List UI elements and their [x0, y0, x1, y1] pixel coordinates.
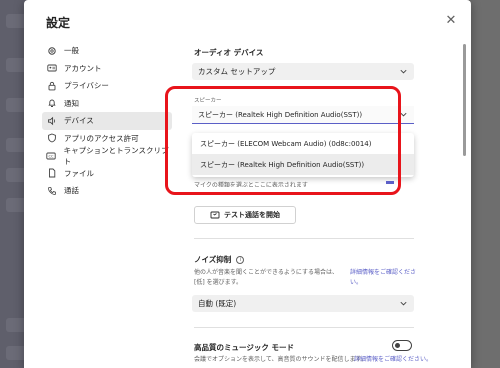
- noise-suppression-select[interactable]: 自動 (既定): [192, 295, 414, 312]
- dialog-title: 設定: [46, 16, 71, 30]
- nav-label: 一般: [64, 46, 79, 56]
- settings-nav: 一般 アカウント プライバシー 通知 デバイス アプリのアクセス許可 CC キャ…: [42, 42, 172, 200]
- divider: [194, 327, 414, 328]
- chevron-down-icon: [400, 69, 407, 74]
- music-mode-description: 会議でオプションを表示して、高音質のサウンドを配信します。: [194, 356, 367, 363]
- nav-item-general[interactable]: 一般: [42, 42, 172, 60]
- noise-description: 他の人が音楽を聞くことができるようにする場合は、[低] を選びます。: [194, 269, 338, 286]
- nav-label: 通知: [64, 98, 79, 108]
- test-call-label: テスト通話を開始: [224, 211, 280, 219]
- nav-item-files[interactable]: ファイル: [42, 165, 172, 183]
- test-call-icon: [210, 211, 220, 219]
- music-mode-title: 高品質のミュージック モード: [194, 343, 294, 352]
- nav-label: デバイス: [64, 116, 94, 126]
- lock-icon: [46, 80, 57, 91]
- id-card-icon: [46, 63, 57, 74]
- test-call-button[interactable]: テスト通話を開始: [194, 206, 296, 224]
- noise-suppression-title: ノイズ抑制 i: [194, 254, 245, 265]
- red-highlight-annotation: [165, 86, 401, 195]
- gear-icon: [46, 45, 57, 56]
- divider: [194, 238, 414, 239]
- close-icon[interactable]: ✕: [443, 13, 459, 29]
- noise-learn-more-link[interactable]: 詳細情報をご確認ください。: [350, 268, 416, 288]
- noise-title-text: ノイズ抑制: [194, 255, 232, 264]
- nav-item-calls[interactable]: 通話: [42, 182, 172, 200]
- nav-label: アカウント: [64, 63, 102, 73]
- nav-item-captions[interactable]: CC キャプションとトランスクリプト: [42, 145, 172, 166]
- bell-icon: [46, 98, 57, 109]
- audio-device-select[interactable]: カスタム セットアップ: [192, 63, 414, 80]
- file-icon: [46, 168, 57, 179]
- music-mode-toggle[interactable]: [392, 340, 412, 351]
- svg-text:CC: CC: [49, 154, 55, 158]
- chevron-down-icon: [400, 301, 407, 306]
- nav-label: アプリのアクセス許可: [64, 133, 139, 143]
- nav-item-notifications[interactable]: 通知: [42, 95, 172, 113]
- dialog-scrollbar[interactable]: [463, 44, 466, 156]
- audio-device-value: カスタム セットアップ: [198, 67, 276, 76]
- nav-item-privacy[interactable]: プライバシー: [42, 77, 172, 95]
- audio-devices-title: オーディオ デバイス: [194, 48, 264, 57]
- phone-icon: [46, 185, 57, 196]
- nav-item-devices[interactable]: デバイス: [42, 112, 172, 130]
- nav-item-account[interactable]: アカウント: [42, 60, 172, 78]
- app-right-panel: [470, 0, 500, 368]
- noise-select-value: 自動 (既定): [198, 299, 237, 308]
- shield-icon: [46, 133, 57, 144]
- nav-label: 通話: [64, 186, 79, 196]
- info-icon[interactable]: i: [236, 256, 245, 264]
- nav-label: プライバシー: [64, 81, 109, 91]
- music-mode-learn-more-link[interactable]: 詳細情報をご確認ください。: [354, 355, 432, 365]
- nav-label: キャプションとトランスクリプト: [63, 145, 169, 166]
- cc-icon: CC: [46, 150, 57, 161]
- nav-label: ファイル: [64, 168, 94, 178]
- speaker-icon: [46, 115, 57, 126]
